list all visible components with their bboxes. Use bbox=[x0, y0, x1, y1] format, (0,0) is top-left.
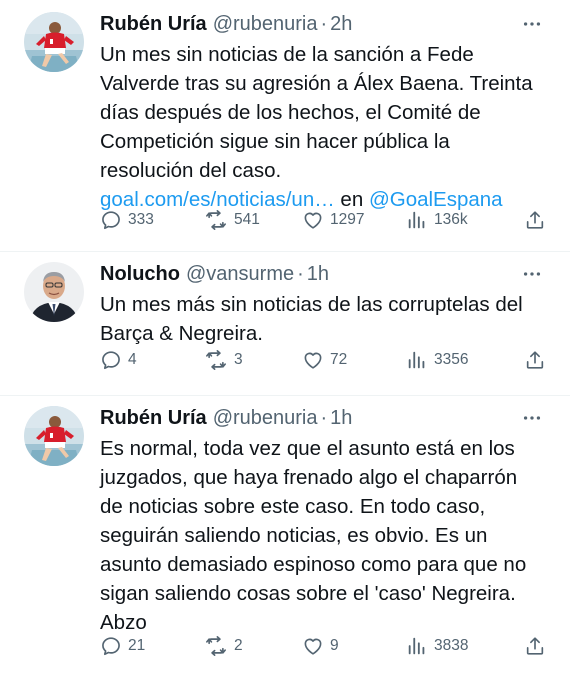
author-name[interactable]: Nolucho bbox=[100, 260, 180, 288]
tweet[interactable]: Rubén Uría @rubenuria · 2h Un mes sin no… bbox=[0, 0, 570, 252]
tweet-text-line: asunto demasiado espinoso como para que … bbox=[100, 553, 527, 576]
reply-icon bbox=[102, 351, 120, 370]
tweet-text: Es normal, toda vez que el asunto está e… bbox=[100, 434, 550, 637]
retweet-icon bbox=[206, 210, 226, 230]
retweet-count: 541 bbox=[234, 211, 260, 228]
tweet-text-line: Es normal, toda vez que el asunto está e… bbox=[100, 437, 515, 460]
avatar-column bbox=[24, 260, 88, 395]
share-icon bbox=[526, 351, 544, 369]
separator: · bbox=[320, 13, 328, 35]
like-count: 1297 bbox=[330, 211, 365, 228]
views-button[interactable]: 136k bbox=[406, 209, 468, 231]
tweet[interactable]: Rubén Uría @rubenuria · 1h Es normal, to… bbox=[0, 396, 570, 680]
reply-count: 4 bbox=[128, 351, 137, 368]
retweet-button[interactable]: 541 bbox=[204, 209, 260, 231]
retweet-count: 2 bbox=[234, 637, 243, 654]
more-icon bbox=[523, 22, 541, 26]
views-button[interactable]: 3838 bbox=[406, 635, 468, 657]
avatar-column bbox=[24, 10, 88, 251]
separator: · bbox=[320, 407, 328, 429]
share-button[interactable] bbox=[524, 635, 546, 657]
retweet-count: 3 bbox=[234, 351, 243, 368]
reply-count: 21 bbox=[128, 637, 146, 654]
retweet-icon bbox=[206, 636, 226, 656]
views-icon bbox=[408, 211, 425, 229]
tweet-text-line: sigan saliendo cosas sobre el 'caso' Neg… bbox=[100, 582, 516, 605]
share-icon bbox=[526, 637, 544, 655]
like-button[interactable]: 72 bbox=[302, 349, 347, 371]
retweet-button[interactable]: 3 bbox=[204, 349, 243, 371]
separator: · bbox=[297, 263, 304, 285]
tweet-actions: 21 2 9 3838 bbox=[100, 632, 546, 660]
tweet-header: Rubén Uría @rubenuria · 2h bbox=[100, 10, 550, 40]
views-count: 136k bbox=[434, 211, 468, 228]
like-icon bbox=[304, 352, 322, 369]
tweet-text-line: seguirán saliendo noticias, es obvio. Es… bbox=[100, 524, 488, 547]
like-count: 9 bbox=[330, 637, 339, 654]
tweet-text-line: Un mes más sin noticias de las corruptel… bbox=[100, 293, 523, 316]
tweet-actions: 333 541 1297 136k bbox=[100, 206, 546, 234]
like-icon bbox=[304, 638, 322, 655]
views-icon bbox=[408, 637, 425, 655]
views-count: 3356 bbox=[434, 351, 469, 368]
more-button[interactable] bbox=[520, 262, 544, 286]
tweet-header: Rubén Uría @rubenuria · 1h bbox=[100, 404, 550, 434]
share-button[interactable] bbox=[524, 349, 546, 371]
more-button[interactable] bbox=[520, 406, 544, 430]
tweet-text-line: resolución del caso. bbox=[100, 159, 282, 182]
tweet[interactable]: Nolucho @vansurme · 1h Un mes más sin no… bbox=[0, 252, 570, 396]
author-name[interactable]: Rubén Uría bbox=[100, 404, 207, 432]
avatar-footballer-icon bbox=[24, 12, 84, 72]
more-icon bbox=[523, 416, 541, 420]
tweet-text-line: Competición sigue sin hacer pública la bbox=[100, 130, 450, 153]
timestamp[interactable]: 1h bbox=[330, 404, 352, 432]
reply-icon bbox=[102, 637, 120, 656]
like-count: 72 bbox=[330, 351, 348, 368]
reply-button[interactable]: 333 bbox=[100, 209, 154, 231]
avatar-footballer-icon bbox=[24, 406, 84, 466]
like-button[interactable]: 1297 bbox=[302, 209, 364, 231]
timestamp[interactable]: 2h bbox=[330, 10, 352, 38]
share-icon bbox=[526, 211, 544, 229]
author-handle[interactable]: @vansurme bbox=[186, 260, 294, 288]
avatar[interactable] bbox=[24, 12, 84, 72]
tweet-actions: 4 3 72 3356 bbox=[100, 346, 546, 374]
like-icon bbox=[304, 212, 322, 229]
more-button[interactable] bbox=[520, 12, 544, 36]
retweet-button[interactable]: 2 bbox=[204, 635, 243, 657]
more-icon bbox=[523, 272, 541, 276]
timestamp[interactable]: 1h bbox=[307, 260, 329, 288]
tweet-header: Nolucho @vansurme · 1h bbox=[100, 260, 550, 290]
tweet-content: Nolucho @vansurme · 1h Un mes más sin no… bbox=[100, 260, 550, 395]
tweet-text-line: Un mes sin noticias de la sanción a Fede bbox=[100, 43, 474, 66]
avatar-column bbox=[24, 404, 88, 680]
avatar-man-in-suit-icon bbox=[24, 262, 84, 322]
tweet-text-line: días después de los hechos, el Comité de bbox=[100, 101, 481, 124]
retweet-icon bbox=[206, 350, 226, 370]
like-button[interactable]: 9 bbox=[302, 635, 339, 657]
tweet-text-line: Valverde tras su agresión a Álex Baena. … bbox=[100, 72, 533, 95]
author-handle[interactable]: @rubenuria bbox=[213, 10, 318, 38]
timeline: Rubén Uría @rubenuria · 2h Un mes sin no… bbox=[0, 0, 570, 680]
reply-button[interactable]: 4 bbox=[100, 349, 137, 371]
tweet-text-line: juzgados, que haya frenado algo el chapa… bbox=[100, 466, 518, 489]
reply-count: 333 bbox=[128, 211, 154, 228]
views-count: 3838 bbox=[434, 637, 469, 654]
author-handle[interactable]: @rubenuria bbox=[213, 404, 318, 432]
avatar[interactable] bbox=[24, 406, 84, 466]
reply-icon bbox=[102, 211, 120, 230]
tweet-text-line: de noticias sobre este caso. En todo cas… bbox=[100, 495, 486, 518]
views-button[interactable]: 3356 bbox=[406, 349, 468, 371]
tweet-text: Un mes más sin noticias de las corruptel… bbox=[100, 290, 550, 348]
avatar[interactable] bbox=[24, 262, 84, 322]
reply-button[interactable]: 21 bbox=[100, 635, 145, 657]
tweet-text-line: Barça & Negreira. bbox=[100, 322, 263, 345]
views-icon bbox=[408, 351, 425, 369]
share-button[interactable] bbox=[524, 209, 546, 231]
author-name[interactable]: Rubén Uría bbox=[100, 10, 207, 38]
tweet-text: Un mes sin noticias de la sanción a Fede… bbox=[100, 40, 550, 214]
